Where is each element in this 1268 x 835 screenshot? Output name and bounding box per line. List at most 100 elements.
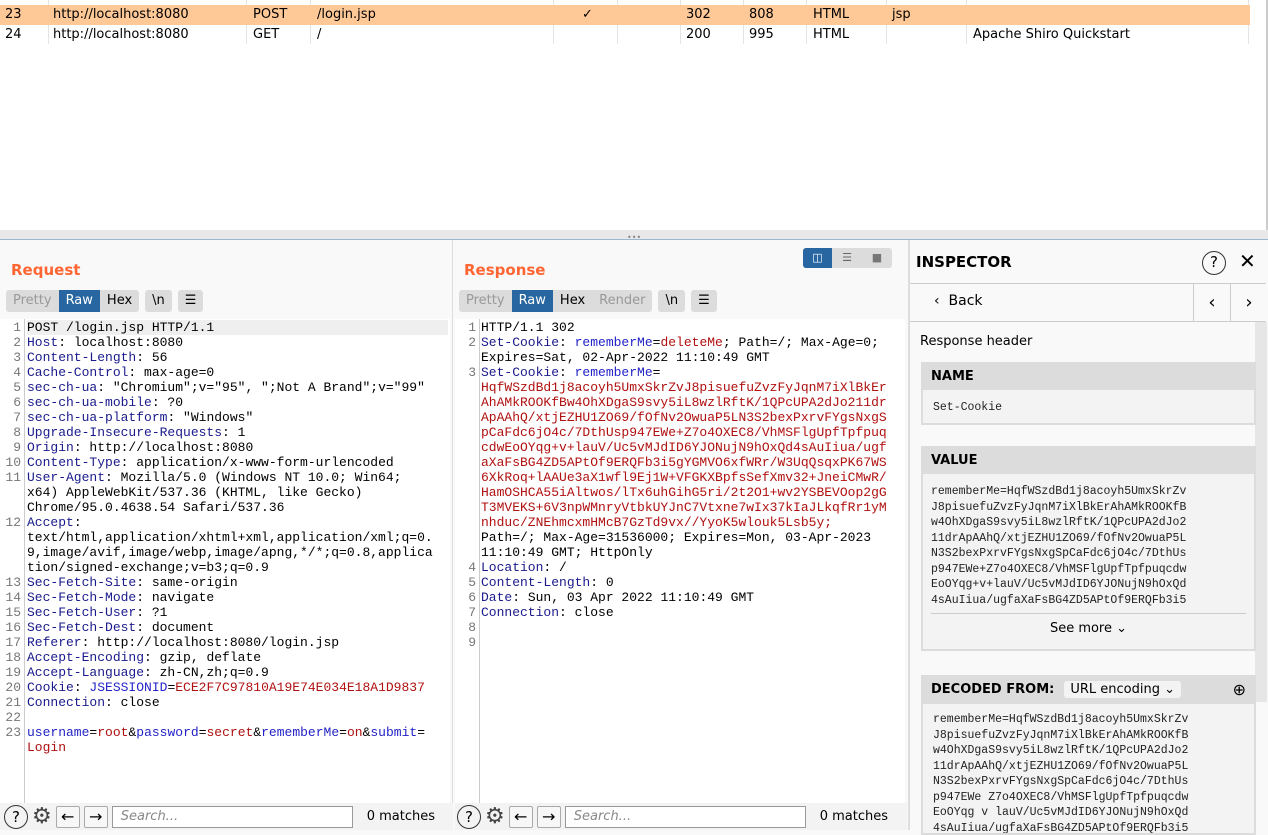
next-item-button[interactable]: › xyxy=(1230,284,1267,321)
code-line: Upgrade-Insecure-Requests: 1 xyxy=(27,425,245,440)
code-token: ApAAhQ/xtjEZHU1ZO69/fOfNv2OwuaP5LN3S2bex… xyxy=(481,410,887,425)
code-token: : close xyxy=(559,605,614,620)
code-line: HqfWSzdBd1j8acoyh5UmxSkrZvJ8pisuefuZvzFy… xyxy=(481,380,887,395)
menu-icon[interactable]: ☰ xyxy=(691,290,717,312)
code-token: password xyxy=(136,725,199,740)
cell-length: 995 xyxy=(749,27,774,42)
tab-hex[interactable]: Hex xyxy=(553,290,592,312)
line-number: 4 xyxy=(13,365,21,380)
code-token: tion/signed-exchange;v=b3;q=0.9 xyxy=(27,560,269,575)
single-pane-icon[interactable]: ■ xyxy=(862,248,892,268)
code-line: pCaFdc6jO4c/7DthUsp947EWe+Z7o4OXEC8/VhMS… xyxy=(481,425,887,440)
line-number: 3 xyxy=(13,350,21,365)
line-number: 4 xyxy=(468,560,476,575)
previous-match-button[interactable]: ← xyxy=(508,805,533,828)
tab-raw[interactable]: Raw xyxy=(511,290,553,312)
http-history-table: 23 http://localhost:8080 POST/login.jsp ✓ 30… xyxy=(0,0,1268,230)
split-vertical-icon[interactable]: ☰ xyxy=(832,248,862,268)
code-line: AhAMkROOKfBw4OhXDgaS9svy5iL8wzlRftK/1QPc… xyxy=(481,395,887,410)
search-input[interactable]: Search... xyxy=(111,805,353,828)
gear-icon[interactable]: ⚙ xyxy=(485,804,505,829)
code-token: Accept-Language xyxy=(27,665,145,680)
split-horizontal-icon[interactable]: ◫ xyxy=(803,248,832,268)
newline-toggle[interactable]: \n xyxy=(658,290,685,312)
line-number: 13 xyxy=(5,575,21,590)
code-token: Upgrade-Insecure-Requests xyxy=(27,425,223,440)
code-token: JSESSIONID xyxy=(89,680,168,695)
cell-mime: HTML xyxy=(813,7,850,22)
line-number: 1 xyxy=(468,320,476,335)
code-token: 6XkRoq+lAAUe3aX1wfl9Ej1W+VFGKXBpfsSefXmv… xyxy=(481,470,887,485)
history-row[interactable]: 23 http://localhost:8080 POST/login.jsp ✓ 30… xyxy=(0,5,1250,25)
tab-hex[interactable]: Hex xyxy=(100,290,139,312)
decoded-text: rememberMe=HqfWSzdBd1j8acoyh5UmxSkrZv J8… xyxy=(933,713,1189,835)
help-icon[interactable]: ? xyxy=(457,804,481,829)
code-token: Date xyxy=(481,590,513,605)
code-line: Login xyxy=(27,740,66,755)
code-token: submit xyxy=(370,725,418,740)
code-line: Set-Cookie: rememberMe=deleteMe; Path=/;… xyxy=(481,335,879,350)
code-line: Connection: close xyxy=(481,605,614,620)
cell-status: 302 xyxy=(686,7,711,22)
line-number: 14 xyxy=(5,590,21,605)
see-more-button[interactable]: See more ⌄ xyxy=(923,614,1254,636)
code-token: Host xyxy=(27,335,59,350)
newline-toggle[interactable]: \n xyxy=(145,290,172,312)
back-button[interactable]: ‹ Back xyxy=(934,293,983,309)
code-token: nhduc/ZNEhmcxmHMcB7GzTd9vx//YyoK5wlouk5L… xyxy=(481,515,833,530)
request-editor[interactable]: 1 POST /login.jsp HTTP/1.1 2 Host: localhos… xyxy=(0,319,450,803)
code-line: POST /login.jsp HTTP/1.1 xyxy=(27,320,448,335)
code-token: : xyxy=(73,515,82,530)
line-number: 15 xyxy=(5,605,21,620)
scrollbar[interactable] xyxy=(1255,322,1267,702)
cell-method: GET xyxy=(253,27,280,42)
code-token: text/html,application/xhtml+xml,applicat… xyxy=(27,530,433,545)
request-panel: Request Pretty Raw Hex \n ☰ 1 POST /login.j… xyxy=(0,240,453,830)
menu-icon[interactable]: ☰ xyxy=(178,290,204,312)
decoded-label: DECODED FROM: xyxy=(931,681,1055,697)
tab-raw[interactable]: Raw xyxy=(58,290,100,312)
decoded-box: DECODED FROM: URL encoding ⌄ ⊕ rememberM… xyxy=(921,675,1256,835)
code-token: Connection xyxy=(481,605,560,620)
previous-item-button[interactable]: ‹ xyxy=(1193,284,1230,321)
code-line: cdwEoOYqg+v+lauV/Uc5vMJdID6YJONujN9hOxQd… xyxy=(481,440,887,455)
tab-pretty[interactable]: Pretty xyxy=(459,290,512,312)
code-line: Connection: close xyxy=(27,695,160,710)
response-title: Response xyxy=(464,261,546,279)
code-token: Sec-Fetch-Mode xyxy=(27,590,137,605)
code-token: T3MVEKS+6V3npWMnryVtbkUYJnC7Vtxne7wIx37k… xyxy=(481,500,887,515)
line-number: 7 xyxy=(468,605,476,620)
code-token: : 1 xyxy=(222,425,246,440)
code-token: root xyxy=(97,725,129,740)
next-match-button[interactable]: → xyxy=(83,805,108,828)
history-row[interactable]: 24 http://localhost:8080 GET / 200 995 HTML Apa… xyxy=(0,25,1250,45)
code-line: Sec-Fetch-Site: same-origin xyxy=(27,575,238,590)
code-token: : "Chromium";v="95", ";Not A Brand";v="9… xyxy=(97,380,425,395)
line-number: 23 xyxy=(5,725,21,740)
previous-match-button[interactable]: ← xyxy=(55,805,80,828)
response-editor[interactable]: 1 HTTP/1.1 302 2 Set-Cookie: rememberMe=del… xyxy=(455,319,905,803)
code-token: : document xyxy=(136,620,215,635)
code-line: Referer: http://localhost:8080/login.jsp xyxy=(27,635,339,650)
code-line: Sec-Fetch-Mode: navigate xyxy=(27,590,214,605)
value-box: VALUE rememberMe=HqfWSzdBd1j8acoyh5UmxSk… xyxy=(921,446,1256,651)
line-number: 8 xyxy=(468,620,476,635)
tab-pretty[interactable]: Pretty xyxy=(6,290,59,312)
back-label: Back xyxy=(948,293,983,309)
next-match-button[interactable]: → xyxy=(536,805,561,828)
code-line: Host: localhost:8080 xyxy=(27,335,183,350)
code-token: HqfWSzdBd1j8acoyh5UmxSkrZvJ8pisuefuZvzFy… xyxy=(481,380,887,395)
help-icon[interactable]: ? xyxy=(4,804,28,829)
line-number: 3 xyxy=(468,365,476,380)
gear-icon[interactable]: ⚙ xyxy=(32,804,52,829)
code-token: : close xyxy=(105,695,160,710)
tab-render[interactable]: Render xyxy=(592,290,652,312)
decoding-select[interactable]: URL encoding ⌄ xyxy=(1064,680,1181,698)
code-line: aXaFsBG4ZD5APtOf9ERQFb3i5gYGMVO6xfWRr/W3… xyxy=(481,455,887,470)
help-icon[interactable]: ? xyxy=(1202,251,1226,275)
panel-splitter[interactable]: ••• xyxy=(0,230,1268,242)
add-decoding-icon[interactable]: ⊕ xyxy=(1233,680,1246,699)
line-number: 6 xyxy=(468,590,476,605)
search-input[interactable]: Search... xyxy=(564,805,806,828)
close-icon[interactable]: ✕ xyxy=(1239,249,1256,273)
